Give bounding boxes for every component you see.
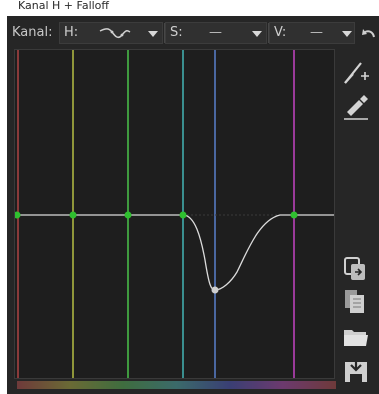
save-icon <box>345 358 367 382</box>
reset-undo-icon[interactable] <box>361 25 377 41</box>
h-channel-combo[interactable]: H: <box>59 22 163 44</box>
control-point[interactable] <box>179 211 187 219</box>
curve-edit-points-icon <box>344 62 369 84</box>
open-button[interactable] <box>341 322 371 352</box>
v-channel-combo[interactable]: V: — <box>269 22 355 44</box>
channel-toolbar: Kanal: H: S: — V: — <box>10 20 379 46</box>
s-label: S: <box>170 25 183 40</box>
control-point[interactable] <box>124 211 132 219</box>
curve-shape-icon <box>99 28 131 39</box>
open-folder-icon <box>344 330 368 346</box>
side-toolbar <box>335 49 379 394</box>
s-combo-dropdown-arrow <box>252 31 262 37</box>
v-label: V: <box>274 25 287 40</box>
hue-curve[interactable] <box>15 214 334 291</box>
save-button[interactable] <box>341 356 371 386</box>
control-point[interactable] <box>15 211 21 219</box>
hue-gradient-bar <box>17 381 336 389</box>
channel-label: Kanal: <box>12 25 53 40</box>
control-point[interactable] <box>211 286 219 294</box>
curve-canvas[interactable] <box>15 50 334 378</box>
h-combo-dropdown-arrow <box>148 31 158 37</box>
control-point[interactable] <box>69 211 77 219</box>
edit-points-button[interactable] <box>341 58 371 88</box>
v-value: — <box>310 25 323 40</box>
copy-icon <box>344 257 365 280</box>
h-label: H: <box>64 25 79 40</box>
s-channel-combo[interactable]: S: — <box>165 22 267 44</box>
v-combo-dropdown-arrow <box>342 31 352 37</box>
curve-graph-area[interactable] <box>14 49 335 379</box>
control-point[interactable] <box>290 211 298 219</box>
paste-button[interactable] <box>341 287 371 317</box>
s-value: — <box>209 25 222 40</box>
paste-icon <box>345 290 364 313</box>
pipette-button[interactable] <box>341 92 371 122</box>
copy-button[interactable] <box>341 255 371 285</box>
window-title: Kanal H + Falloff <box>18 0 109 12</box>
pipette-icon <box>344 95 368 120</box>
